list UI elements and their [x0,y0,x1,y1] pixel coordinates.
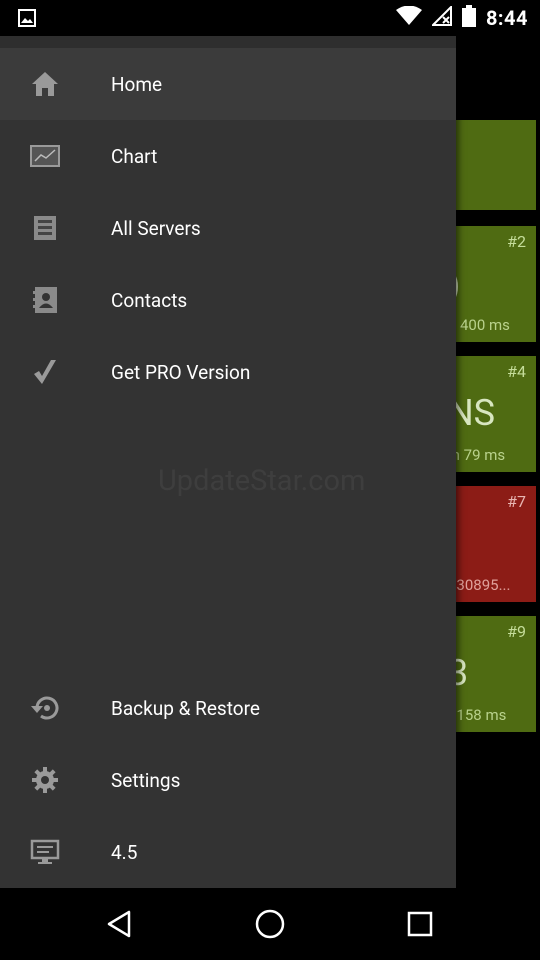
wifi-icon [395,5,422,30]
chart-icon [28,142,62,170]
background-tile[interactable]: #4 NS in 79 ms [448,356,536,472]
menu-item-all-servers[interactable]: All Servers [0,192,456,264]
menu-item-chart[interactable]: Chart [0,120,456,192]
battery-icon [461,5,476,31]
menu-item-settings[interactable]: Settings [0,744,456,816]
contacts-icon [28,286,62,314]
menu-item-label: Get PRO Version [111,360,251,384]
restore-icon [28,694,62,722]
menu-item-label: Backup & Restore [111,696,260,720]
background-tile[interactable] [452,120,536,210]
no-signal-icon [430,4,452,30]
image-icon [18,9,36,27]
menu-item-home[interactable]: Home [0,48,456,120]
menu-item-label: Chart [111,144,158,168]
back-icon[interactable] [98,902,142,946]
menu-item-label: Contacts [111,288,188,312]
menu-item-label: All Servers [111,216,201,240]
system-nav-bar [0,888,540,960]
checkmark-icon [28,358,62,386]
background-tile[interactable]: #2 ) n 400 ms [448,226,536,342]
monitor-icon [28,838,62,866]
menu-item-get-pro[interactable]: Get PRO Version [0,336,456,408]
menu-item-version[interactable]: 4.5 [0,816,456,888]
menu-item-label: Settings [111,768,181,792]
background-tile[interactable]: #9 3 1158 ms [448,616,536,732]
background-tile[interactable]: #7 430895... [448,486,536,602]
status-bar: 8:44 [0,0,540,36]
menu-item-label: 4.5 [111,840,138,864]
menu-item-backup-restore[interactable]: Backup & Restore [0,672,456,744]
home-circle-icon[interactable] [248,902,292,946]
navigation-drawer: Home Chart All Servers Contacts Get PRO … [0,36,456,888]
recents-icon[interactable] [398,902,442,946]
menu-item-contacts[interactable]: Contacts [0,264,456,336]
watermark-text: UpdateStar.com [158,464,366,498]
gear-icon [28,766,62,794]
menu-item-label: Home [111,72,163,96]
servers-icon [28,214,62,242]
status-time: 8:44 [485,6,528,30]
home-icon [28,70,62,98]
